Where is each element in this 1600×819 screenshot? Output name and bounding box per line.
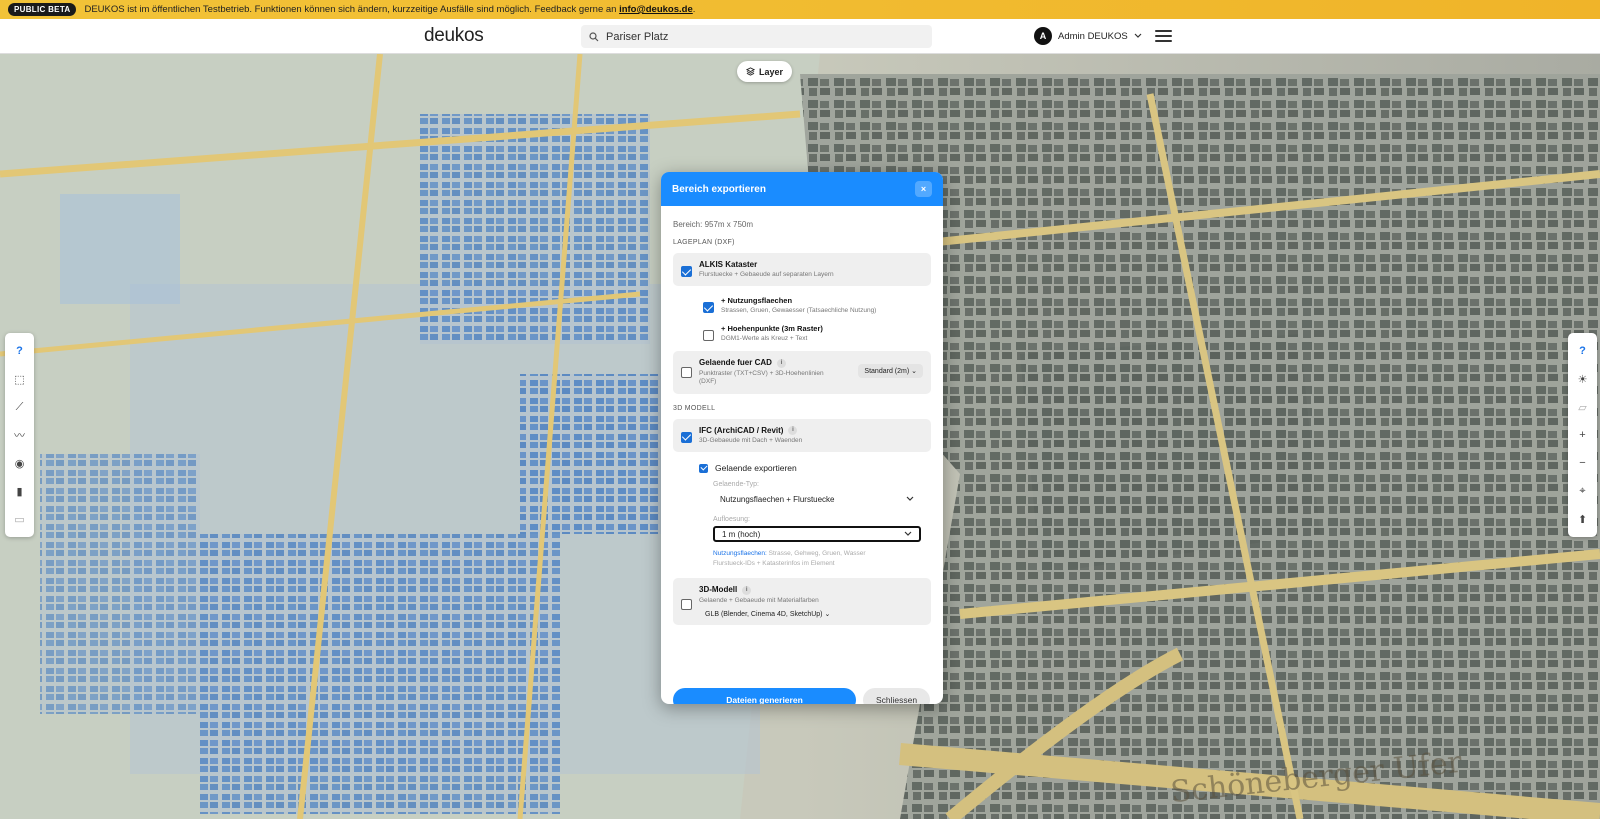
minus-icon[interactable]: − — [1573, 449, 1593, 477]
chevron-down-icon — [904, 531, 912, 537]
alkis-option[interactable]: ALKIS Kataster Flurstuecke + Gebaeude au… — [673, 253, 931, 287]
gelaende-hint: Nutzungsflaechen: Strasse, Gehweg, Gruen… — [673, 549, 931, 568]
section-3d: 3D MODELL — [673, 404, 716, 412]
avatar: A — [1034, 27, 1052, 45]
info-icon[interactable]: i — [776, 358, 786, 368]
layer-button-label: Layer — [758, 66, 784, 77]
hint-text: Strasse, Gehweg, Gruen, Wasser — [766, 550, 866, 558]
hamburger-menu-icon[interactable] — [1155, 30, 1172, 42]
select-area-icon[interactable]: ⬚ — [10, 365, 30, 393]
nutzung-desc: Strassen, Gruen, Gewaesser (Tatsaechlich… — [721, 307, 877, 315]
nutzung-checkbox[interactable] — [703, 302, 714, 314]
gelaende-cad-resolution-select[interactable]: Standard (2m) ⌄ — [858, 364, 923, 379]
modell3d-format-value: GLB (Blender, Cinema 4D, SketchUp) — [705, 611, 823, 619]
crosshair-icon[interactable]: ⌖ — [1573, 477, 1593, 505]
gelaende-typ-select[interactable]: Nutzungsflaechen + Flurstuecke — [713, 491, 921, 508]
sun-icon[interactable]: ☀ — [1573, 365, 1593, 393]
eye-icon[interactable]: ◉ — [10, 449, 30, 477]
ifc-checkbox[interactable] — [681, 431, 692, 443]
dialog-header: Bereich exportieren × — [661, 172, 943, 206]
gelaende-cad-resolution-value: Standard (2m) — [864, 368, 910, 376]
close-button[interactable]: Schliessen — [863, 688, 930, 704]
ifc-option[interactable]: IFC (ArchiCAD / Revit) i 3D-Gebaeude mit … — [673, 418, 931, 453]
gelaende-typ-value: Nutzungsflaechen + Flurstuecke — [720, 494, 835, 504]
hoehen-option[interactable]: + Hoehenpunkte (3m Raster) DGM1-Werte al… — [673, 320, 931, 347]
beta-badge: PUBLIC BETA — [8, 3, 77, 16]
right-toolbar: ? ☀ ▱ + − ⌖ ⬆ — [1568, 333, 1597, 537]
alkis-desc: Flurstuecke + Gebaeude auf separaten Lay… — [699, 271, 834, 278]
info-icon[interactable]: i — [742, 585, 752, 595]
hint-line2: Flurstueck-IDs + Katasterinfos im Elemen… — [713, 559, 835, 567]
left-toolbar: ? ⬚ ⟋ 〰 ◉ ▮ ▭ — [5, 333, 34, 537]
beta-suffix: . — [692, 4, 696, 15]
beta-banner: PUBLIC BETA DEUKOS ist im öffentlichen T… — [0, 0, 1600, 19]
app-header: deukos Pariser Platz A Admin DEUKOS — [0, 19, 1600, 54]
generate-files-button[interactable]: Dateien generieren — [673, 688, 856, 704]
alkis-title: ALKIS Kataster — [699, 260, 758, 269]
aufloesung-label: Aufloesung: — [713, 516, 750, 524]
alkis-checkbox[interactable] — [681, 266, 692, 277]
bar-chart-icon[interactable]: ▮ — [10, 477, 30, 505]
dialog-title: Bereich exportieren — [672, 183, 766, 195]
deukos-logo[interactable]: deukos — [424, 25, 484, 47]
gelaende-export-checkbox[interactable] — [699, 463, 708, 473]
modell3d-option[interactable]: 3D-Modell i Gelaende + Gebaeude mit Mater… — [673, 578, 931, 626]
ifc-desc: 3D-Gebaeude mit Dach + Waenden — [699, 436, 803, 444]
info-icon[interactable]: i — [788, 425, 798, 435]
gelaende-cad-checkbox[interactable] — [681, 367, 692, 379]
gelaende-typ-label: Gelaende-Typ: — [713, 481, 759, 489]
search-input[interactable]: Pariser Platz — [581, 25, 932, 48]
layers-icon — [745, 67, 755, 76]
gelaende-cad-title: Gelaende fuer CAD — [699, 358, 772, 368]
export-icon[interactable]: ▭ — [10, 505, 30, 533]
ifc-title: IFC (ArchiCAD / Revit) — [699, 425, 784, 435]
layer-button[interactable]: Layer — [737, 61, 792, 82]
nutzung-title: + Nutzungsflaechen — [721, 296, 793, 306]
nutzung-option[interactable]: + Nutzungsflaechen Strassen, Gruen, Gewa… — [673, 292, 931, 319]
dialog-actions: Dateien generieren Schliessen — [673, 688, 931, 704]
beta-text: DEUKOS ist im öffentlichen Testbetrieb. … — [84, 4, 620, 15]
gelaende-cad-option[interactable]: Gelaende fuer CAD i Punktraster (TXT+CSV)… — [673, 351, 931, 394]
aufloesung-select[interactable]: 1 m (hoch) — [713, 526, 921, 543]
help-icon[interactable]: ? — [1573, 337, 1593, 365]
hint-link: Nutzungsflaechen: — [713, 550, 767, 558]
search-value: Pariser Platz — [606, 30, 669, 43]
profile-icon[interactable]: 〰 — [10, 421, 30, 449]
feedback-email-link[interactable]: info@deukos.de — [619, 4, 693, 15]
export-dialog: Bereich exportieren × Bereich: 957m x 75… — [661, 172, 943, 704]
user-name: Admin DEUKOS — [1058, 30, 1128, 42]
user-menu[interactable]: A Admin DEUKOS — [1034, 27, 1143, 45]
close-icon[interactable]: × — [915, 181, 932, 197]
section-lageplan: LAGEPLAN (DXF) — [673, 239, 735, 246]
modell3d-checkbox[interactable] — [681, 599, 692, 611]
aufloesung-value: 1 m (hoch) — [722, 529, 761, 539]
gelaende-export-label: Gelaende exportieren — [715, 463, 797, 474]
gelaende-export-option[interactable]: Gelaende exportieren — [673, 458, 931, 478]
modell3d-format-select[interactable]: GLB (Blender, Cinema 4D, SketchUp) ⌄ — [699, 610, 830, 618]
compass-icon[interactable]: ⬆ — [1573, 505, 1593, 533]
hoehen-title: + Hoehenpunkte (3m Raster) — [721, 323, 823, 333]
modell3d-desc: Gelaende + Gebaeude mit Materialfarben — [699, 596, 819, 604]
measure-line-icon[interactable]: ⟋ — [10, 393, 30, 421]
chevron-down-icon — [906, 496, 914, 502]
chevron-down-icon: ⌄ — [911, 368, 917, 376]
chevron-down-icon — [1134, 33, 1142, 38]
gelaende-cad-desc: Punktraster (TXT+CSV) + 3D-Hoehenlinien … — [699, 369, 824, 386]
plus-icon[interactable]: + — [1573, 421, 1593, 449]
chevron-down-icon: ⌄ — [824, 611, 831, 619]
modell3d-title: 3D-Modell — [699, 585, 738, 595]
hoehen-desc: DGM1-Werte als Kreuz + Text — [721, 334, 808, 342]
search-icon — [589, 31, 599, 41]
help-icon[interactable]: ? — [10, 337, 30, 365]
area-size: Bereich: 957m x 750m — [673, 220, 754, 229]
hoehen-checkbox[interactable] — [703, 329, 714, 341]
3d-layers-icon[interactable]: ▱ — [1573, 393, 1593, 421]
